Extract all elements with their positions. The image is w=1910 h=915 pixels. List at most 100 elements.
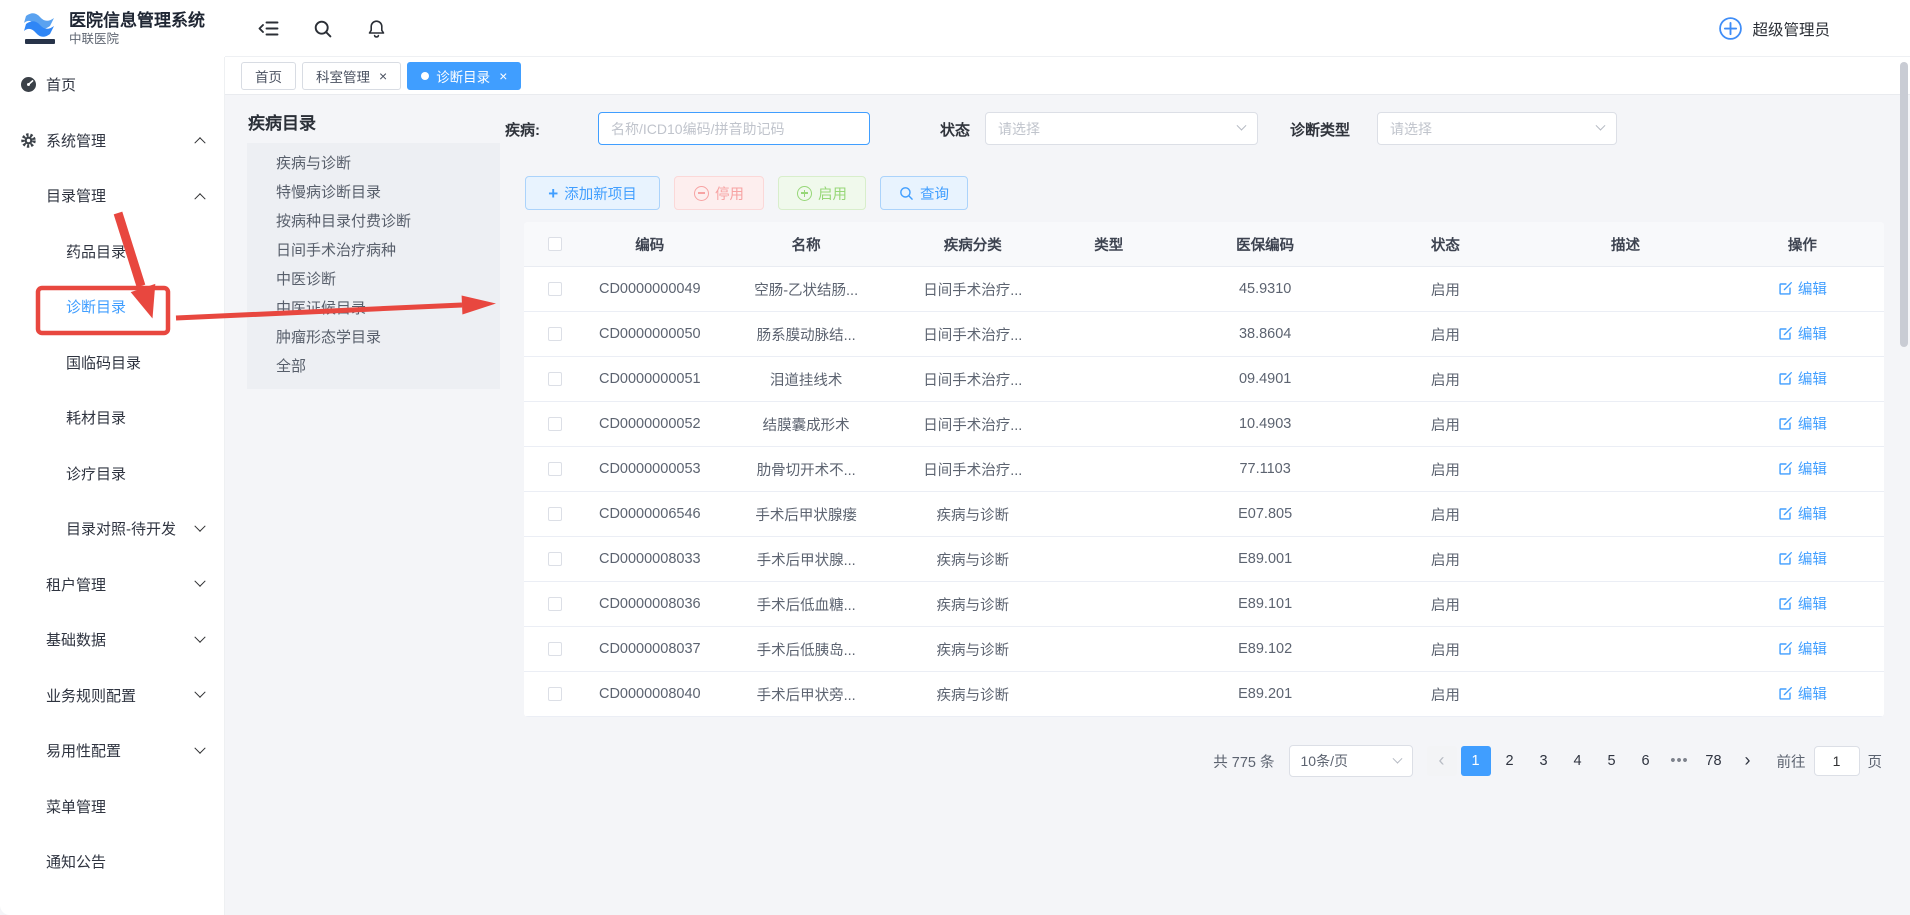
disease-nav-全部[interactable]: 全部 [247, 352, 500, 381]
sidebar-item-首页[interactable]: 首页 [0, 57, 224, 113]
page-size-select[interactable]: 10条/页 [1289, 745, 1413, 777]
row-checkbox[interactable] [548, 597, 562, 611]
actions-cell: 编辑 [1721, 503, 1884, 525]
sidebar-item-业务规则配置[interactable]: 业务规则配置 [0, 668, 224, 724]
sidebar-item-label: 系统管理 [46, 130, 106, 151]
sidebar-item-药品目录[interactable]: 药品目录 [0, 224, 224, 280]
row-checkbox[interactable] [548, 327, 562, 341]
page-button-6[interactable]: 6 [1631, 746, 1661, 776]
goto-page-input[interactable] [1814, 746, 1860, 776]
insurance-code-cell: 38.8604 [1170, 326, 1360, 342]
sidebar-item-诊断目录[interactable]: 诊断目录 [0, 279, 224, 335]
sidebar-item-label: 目录对照-待开发 [66, 518, 176, 539]
table-header-row: 编码名称疾病分类类型医保编码状态描述操作 [524, 222, 1884, 267]
sidebar-item-通知公告[interactable]: 通知公告 [0, 834, 224, 890]
disease-nav-肿瘤形态学目录[interactable]: 肿瘤形态学目录 [247, 323, 500, 352]
disable-button[interactable]: 停用 [674, 176, 764, 210]
row-checkbox[interactable] [548, 372, 562, 386]
actions-cell: 编辑 [1721, 593, 1884, 615]
diagnosis-type-select[interactable]: 请选择 [1377, 112, 1617, 145]
row-select-cell [524, 416, 585, 432]
edit-button[interactable]: 编辑 [1778, 278, 1827, 299]
close-icon[interactable]: × [499, 69, 507, 83]
edit-button[interactable]: 编辑 [1778, 638, 1827, 659]
row-checkbox[interactable] [548, 462, 562, 476]
name-cell: 手术后低胰岛... [714, 639, 898, 660]
sidebar-item-label: 首页 [46, 74, 76, 95]
prev-page-button[interactable]: ‹ [1427, 746, 1457, 776]
row-checkbox[interactable] [548, 417, 562, 431]
bell-icon[interactable] [367, 19, 386, 39]
page-button-5[interactable]: 5 [1597, 746, 1627, 776]
active-tab-dot [421, 72, 429, 80]
next-page-button[interactable]: › [1733, 746, 1763, 776]
row-select-cell [524, 461, 585, 477]
disease-nav-中医证候目录[interactable]: 中医证候目录 [247, 294, 500, 323]
sidebar-item-目录对照-待开发[interactable]: 目录对照-待开发 [0, 501, 224, 557]
add-item-button[interactable]: + 添加新项目 [525, 176, 660, 210]
close-icon[interactable]: × [379, 69, 387, 83]
disease-nav-特慢病诊断目录[interactable]: 特慢病诊断目录 [247, 178, 500, 207]
row-checkbox[interactable] [548, 642, 562, 656]
name-cell: 手术后低血糖... [714, 594, 898, 615]
row-checkbox[interactable] [548, 282, 562, 296]
sidebar-item-系统管理[interactable]: 系统管理 [0, 113, 224, 169]
sidebar-item-易用性配置[interactable]: 易用性配置 [0, 723, 224, 779]
category-cell: 疾病与诊断 [898, 639, 1048, 660]
row-checkbox[interactable] [548, 507, 562, 521]
tab-首页[interactable]: 首页 [241, 62, 296, 90]
sidebar-fold-icon[interactable] [258, 20, 279, 37]
page-button-3[interactable]: 3 [1529, 746, 1559, 776]
select-all-checkbox[interactable] [548, 237, 562, 251]
row-checkbox[interactable] [548, 687, 562, 701]
edit-button[interactable]: 编辑 [1778, 323, 1827, 344]
edit-button[interactable]: 编辑 [1778, 593, 1827, 614]
sidebar-item-租户管理[interactable]: 租户管理 [0, 557, 224, 613]
disease-search-input[interactable] [598, 112, 870, 145]
topbar-icons [258, 0, 386, 57]
search-icon[interactable] [313, 19, 333, 39]
column-header-编码: 编码 [585, 234, 714, 255]
sidebar-item-label: 目录管理 [46, 185, 106, 206]
enable-button[interactable]: 启用 [778, 176, 866, 210]
sidebar-item-耗材目录[interactable]: 耗材目录 [0, 390, 224, 446]
edit-button[interactable]: 编辑 [1778, 458, 1827, 479]
row-checkbox[interactable] [548, 552, 562, 566]
code-cell: CD0000000049 [585, 281, 714, 297]
tab-科室管理[interactable]: 科室管理× [302, 62, 401, 90]
disease-filter-label: 疾病: [505, 119, 540, 140]
page-button-78[interactable]: 78 [1699, 746, 1729, 776]
edit-button[interactable]: 编辑 [1778, 683, 1827, 704]
tab-诊断目录[interactable]: 诊断目录× [407, 62, 521, 90]
column-header-医保编码: 医保编码 [1170, 234, 1360, 255]
disease-nav-日间手术治疗病种[interactable]: 日间手术治疗病种 [247, 236, 500, 265]
sidebar-item-目录管理[interactable]: 目录管理 [0, 168, 224, 224]
edit-button[interactable]: 编辑 [1778, 368, 1827, 389]
user-badge-icon [1718, 16, 1743, 41]
query-button[interactable]: 查询 [880, 176, 968, 210]
actions-cell: 编辑 [1721, 413, 1884, 435]
edit-button[interactable]: 编辑 [1778, 413, 1827, 434]
sidebar-item-菜单管理[interactable]: 菜单管理 [0, 779, 224, 835]
category-cell: 日间手术治疗... [898, 369, 1048, 390]
page-button-1[interactable]: 1 [1461, 746, 1491, 776]
sidebar-item-国临码目录[interactable]: 国临码目录 [0, 335, 224, 391]
disease-nav-中医诊断[interactable]: 中医诊断 [247, 265, 500, 294]
status-select[interactable]: 请选择 [985, 112, 1258, 145]
column-header-疾病分类: 疾病分类 [898, 234, 1048, 255]
edit-button[interactable]: 编辑 [1778, 503, 1827, 524]
sidebar-item-基础数据[interactable]: 基础数据 [0, 612, 224, 668]
disease-nav-疾病与诊断[interactable]: 疾病与诊断 [247, 149, 500, 178]
row-select-cell [524, 371, 585, 387]
page-button-2[interactable]: 2 [1495, 746, 1525, 776]
user-menu[interactable]: 超级管理员 [1718, 0, 1830, 57]
page-button-4[interactable]: 4 [1563, 746, 1593, 776]
code-cell: CD0000008040 [585, 686, 714, 702]
vertical-scrollbar[interactable] [1900, 62, 1908, 347]
sidebar-item-label: 诊疗目录 [66, 463, 126, 484]
edit-button[interactable]: 编辑 [1778, 548, 1827, 569]
type-select-placeholder: 请选择 [1390, 119, 1432, 139]
disease-nav-按病种目录付费诊断[interactable]: 按病种目录付费诊断 [247, 207, 500, 236]
table-row: CD0000008033手术后甲状腺...疾病与诊断E89.001启用编辑 [524, 537, 1884, 582]
sidebar-item-诊疗目录[interactable]: 诊疗目录 [0, 446, 224, 502]
